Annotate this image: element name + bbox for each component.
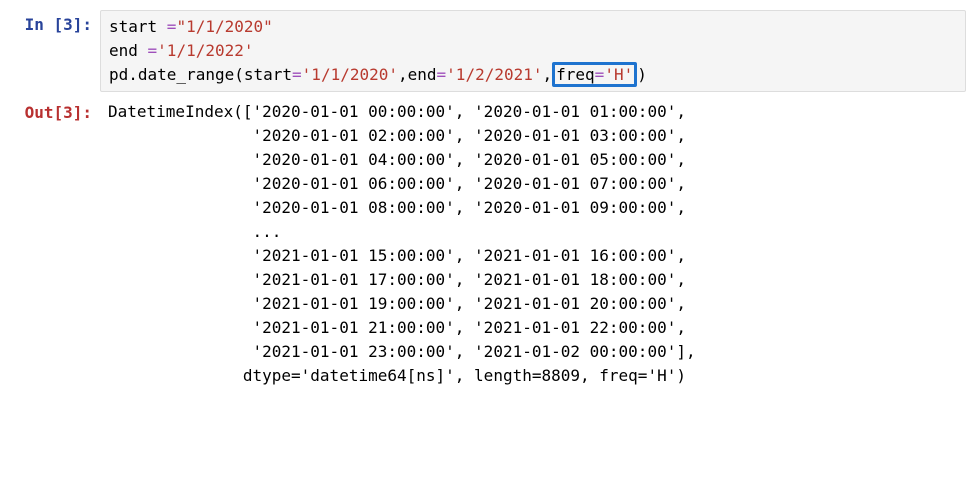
highlighted-argument: freq='H' bbox=[552, 62, 637, 87]
code-token: , bbox=[543, 65, 553, 84]
output-prompt: Out[3]: bbox=[12, 98, 100, 125]
code-string: '1/1/2022' bbox=[157, 41, 253, 60]
code-string: '1/1/2020' bbox=[302, 65, 398, 84]
code-operator: = bbox=[437, 65, 447, 84]
input-prompt: In [3]: bbox=[12, 10, 100, 37]
code-string: '1/2/2021' bbox=[446, 65, 542, 84]
code-token: ) bbox=[637, 65, 647, 84]
code-token: ,end bbox=[398, 65, 437, 84]
code-string: 'H' bbox=[604, 65, 633, 84]
input-cell: In [3]: start ="1/1/2020" end ='1/1/2022… bbox=[12, 10, 966, 92]
code-operator: = bbox=[148, 41, 158, 60]
code-operator: = bbox=[292, 65, 302, 84]
code-token: end bbox=[109, 41, 148, 60]
code-output: DatetimeIndex(['2020-01-01 00:00:00', '2… bbox=[100, 98, 966, 388]
output-cell: Out[3]: DatetimeIndex(['2020-01-01 00:00… bbox=[12, 98, 966, 388]
code-operator: = bbox=[595, 65, 605, 84]
code-token: freq bbox=[556, 65, 595, 84]
code-token: start bbox=[109, 17, 167, 36]
code-operator: = bbox=[167, 17, 177, 36]
code-string: "1/1/2020" bbox=[176, 17, 272, 36]
code-input[interactable]: start ="1/1/2020" end ='1/1/2022' pd.dat… bbox=[100, 10, 966, 92]
code-token: pd.date_range(start bbox=[109, 65, 292, 84]
